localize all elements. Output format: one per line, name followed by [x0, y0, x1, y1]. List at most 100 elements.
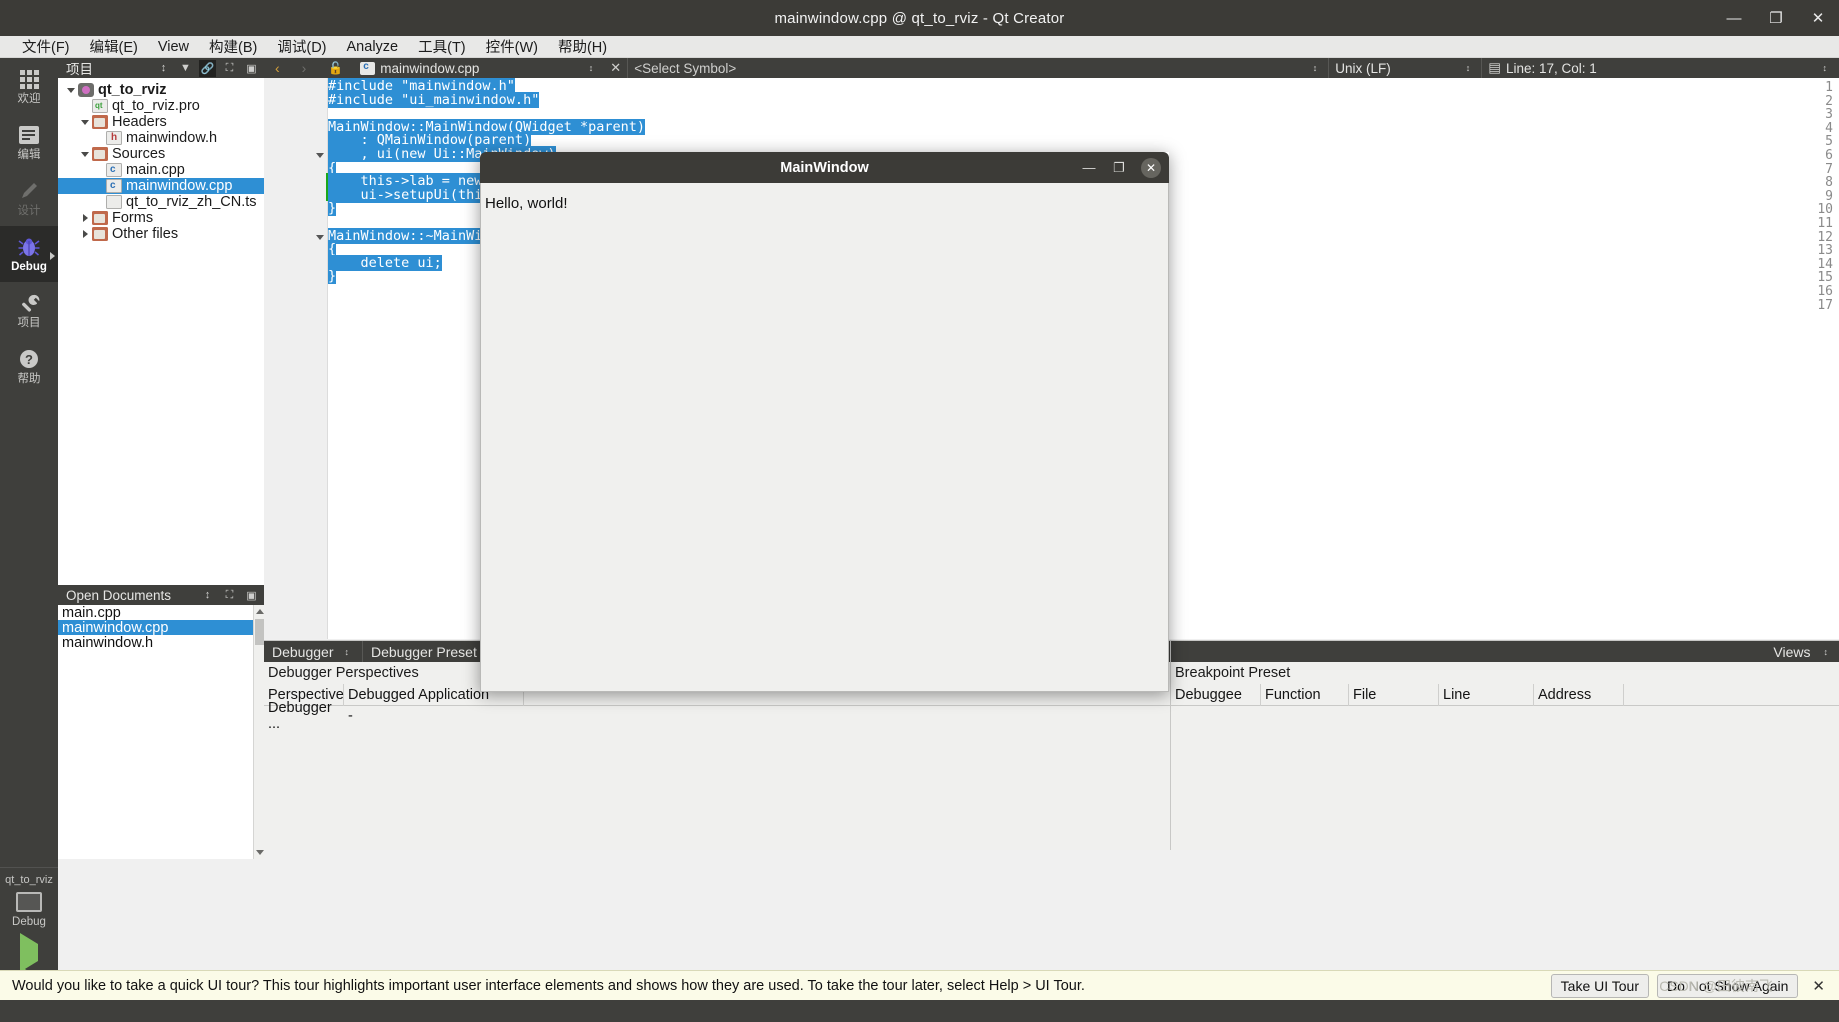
- lock-toggle-button[interactable]: 🔓: [317, 58, 354, 78]
- mode-debug[interactable]: Debug: [0, 226, 58, 282]
- chevron-left-icon: ‹: [275, 60, 280, 76]
- nav-forward-button[interactable]: ›: [291, 58, 318, 78]
- add-split-icon[interactable]: ⛶: [221, 60, 238, 77]
- menu-analyze[interactable]: Analyze: [337, 38, 409, 56]
- menu-help[interactable]: 帮助(H): [548, 35, 617, 58]
- collapse-icon[interactable]: ▣: [243, 587, 260, 604]
- tree-row-ts-file[interactable]: qt_to_rviz_zh_CN.ts: [58, 194, 264, 210]
- window-controls: — ❐ ✕: [1713, 0, 1839, 36]
- tree-row-mainwindow-cpp[interactable]: mainwindow.cpp: [58, 178, 264, 194]
- code-line-text: #include "ui_mainwindow.h": [328, 91, 540, 108]
- chevron-updown-icon[interactable]: ↕: [584, 64, 599, 73]
- tree-row-main-cpp[interactable]: main.cpp: [58, 162, 264, 178]
- table-row[interactable]: Debugger ... -: [264, 700, 1170, 732]
- mode-edit[interactable]: 编辑: [0, 114, 58, 170]
- mode-welcome[interactable]: 欢迎: [0, 58, 58, 114]
- chevron-updown-icon[interactable]: ↕: [340, 647, 355, 656]
- dialog-close-icon[interactable]: ✕: [1141, 157, 1161, 178]
- take-ui-tour-button[interactable]: Take UI Tour: [1550, 973, 1650, 998]
- translation-file-icon: [106, 195, 122, 209]
- list-item-main-cpp[interactable]: main.cpp: [58, 605, 264, 621]
- menu-tools[interactable]: 工具(T): [408, 35, 476, 58]
- cursor-position-indicator[interactable]: ▤ Line: 17, Col: 1: [1482, 58, 1603, 78]
- cell-application: -: [348, 708, 353, 724]
- close-icon[interactable]: ✕: [1797, 0, 1839, 36]
- views-label[interactable]: Views: [1773, 644, 1810, 660]
- tree-label: Headers: [112, 114, 167, 130]
- column-header-line[interactable]: Line: [1439, 683, 1534, 706]
- dialog-maximize-icon[interactable]: ❐: [1111, 160, 1127, 176]
- mainwindow-dialog[interactable]: MainWindow — ❐ ✕ Hello, world!: [480, 152, 1169, 692]
- tree-row-qt-to-rviz[interactable]: qt_to_rviz: [58, 82, 264, 98]
- scrollbar-thumb[interactable]: [255, 619, 264, 645]
- mode-help[interactable]: ? 帮助: [0, 338, 58, 394]
- scroll-down-icon[interactable]: [256, 850, 264, 855]
- project-icon: [78, 83, 94, 97]
- menu-debug[interactable]: 调试(D): [267, 35, 336, 58]
- fold-marker-line-6[interactable]: [316, 153, 324, 158]
- mode-design[interactable]: 设计: [0, 170, 58, 226]
- list-item-mainwindow-h[interactable]: mainwindow.h: [58, 634, 264, 651]
- hello-world-label: Hello, world!: [485, 195, 568, 212]
- close-tour-icon[interactable]: ✕: [1806, 977, 1831, 995]
- sort-toggle-icon[interactable]: ↕: [155, 60, 172, 77]
- add-split-icon[interactable]: ⛶: [221, 587, 238, 604]
- tree-row-headers[interactable]: Headers: [58, 114, 264, 130]
- chevron-updown-icon[interactable]: ↕: [1819, 647, 1834, 656]
- menu-build[interactable]: 构建(B): [199, 35, 267, 58]
- open-documents-scrollbar[interactable]: [253, 605, 264, 859]
- close-document-icon[interactable]: ✕: [604, 60, 627, 76]
- chevron-right-icon[interactable]: [50, 252, 55, 260]
- tree-row-sources[interactable]: Sources: [58, 146, 264, 162]
- menu-widgets[interactable]: 控件(W): [476, 35, 548, 58]
- tree-row-qt-to-rviz-pro[interactable]: qt_to_rviz.pro: [58, 98, 264, 114]
- chevron-updown-icon[interactable]: ↕: [1461, 64, 1476, 73]
- dialog-minimize-icon[interactable]: —: [1081, 160, 1097, 175]
- split-editor-icon[interactable]: ↕: [1818, 64, 1839, 73]
- scroll-up-icon[interactable]: [256, 609, 264, 614]
- maximize-icon[interactable]: ❐: [1755, 0, 1797, 36]
- open-documents-tools: ↕ ⛶ ▣: [199, 587, 264, 604]
- menu-edit[interactable]: 编辑(E): [80, 35, 148, 58]
- dialog-body: Hello, world!: [480, 183, 1169, 692]
- question-icon: ?: [18, 347, 40, 371]
- sort-toggle-icon[interactable]: ↕: [199, 587, 216, 604]
- tree-label: Forms: [112, 210, 154, 226]
- editor-fold-column[interactable]: [314, 78, 328, 639]
- symbol-selector[interactable]: <Select Symbol> ↕: [628, 58, 1328, 78]
- tree-row-mainwindow-h[interactable]: mainwindow.h: [58, 130, 264, 146]
- mode-selector-bar: 欢迎 编辑 设计 Debug 项目 ? 帮助 qt_to_rviz Debug: [0, 58, 58, 1005]
- code-line-text: }: [328, 268, 337, 285]
- debugger-tab[interactable]: Debugger ↕: [264, 644, 362, 660]
- twisty-down-icon[interactable]: [78, 119, 92, 125]
- run-button[interactable]: [20, 933, 38, 972]
- fold-marker-line-12[interactable]: [316, 235, 324, 240]
- mode-projects[interactable]: 项目: [0, 282, 58, 338]
- tree-row-forms[interactable]: Forms: [58, 210, 264, 226]
- menu-file[interactable]: 文件(F): [12, 35, 80, 58]
- tree-row-other-files[interactable]: Other files: [58, 226, 264, 242]
- twisty-right-icon[interactable]: [78, 214, 92, 222]
- link-with-editor-icon[interactable]: 🔗: [199, 59, 216, 77]
- list-item-mainwindow-cpp[interactable]: mainwindow.cpp: [58, 620, 264, 636]
- column-header-file[interactable]: File: [1349, 683, 1439, 706]
- filter-icon[interactable]: ▼: [177, 60, 194, 77]
- current-document-selector[interactable]: mainwindow.cpp ↕: [354, 58, 604, 78]
- tree-label: qt_to_rviz_zh_CN.ts: [126, 194, 257, 210]
- document-label: mainwindow.h: [62, 634, 154, 651]
- column-header-debuggee[interactable]: Debuggee: [1171, 683, 1261, 706]
- column-header-address[interactable]: Address: [1534, 683, 1624, 706]
- line-ending-selector[interactable]: Unix (LF) ↕: [1329, 58, 1481, 78]
- code-line-text: }: [328, 200, 337, 217]
- twisty-down-icon[interactable]: [78, 151, 92, 157]
- collapse-icon[interactable]: ▣: [243, 60, 260, 77]
- chevron-updown-icon[interactable]: ↕: [1308, 64, 1323, 73]
- column-header-function[interactable]: Function: [1261, 683, 1349, 706]
- open-documents-header: Open Documents ↕ ⛶ ▣: [58, 585, 264, 605]
- editor-toolbar-right: ↕: [1818, 64, 1839, 73]
- minimize-icon[interactable]: —: [1713, 0, 1755, 36]
- menu-view[interactable]: View: [148, 38, 199, 56]
- twisty-right-icon[interactable]: [78, 230, 92, 238]
- twisty-down-icon[interactable]: [64, 87, 78, 93]
- nav-back-button[interactable]: ‹: [264, 58, 291, 78]
